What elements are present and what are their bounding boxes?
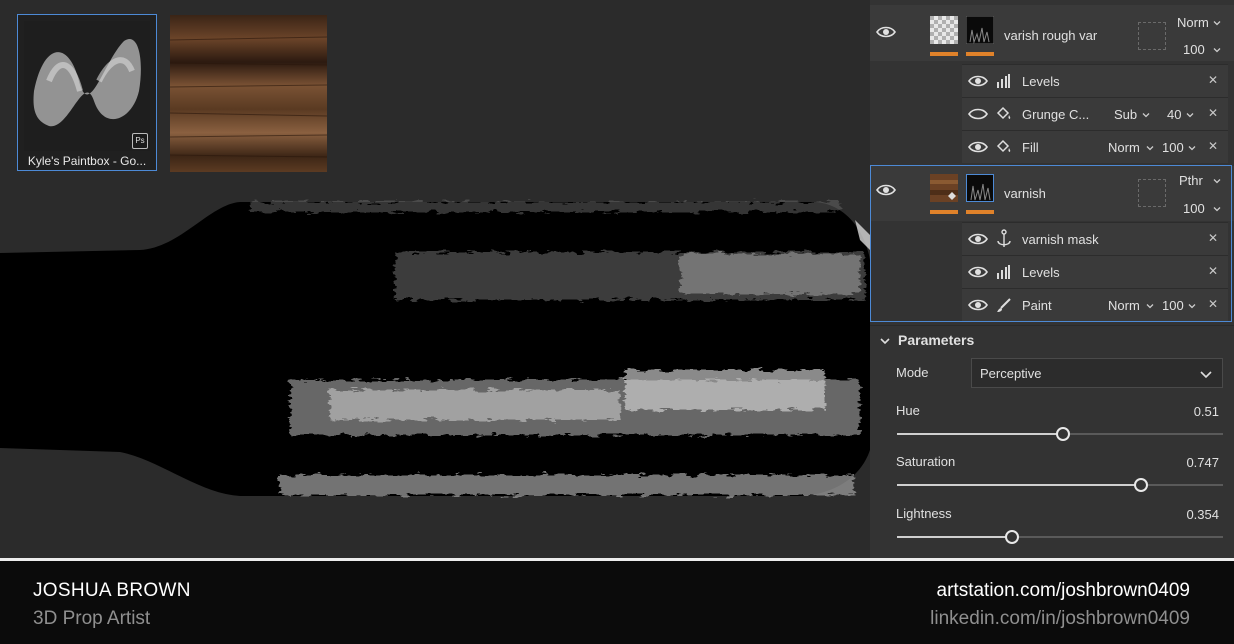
eye-icon[interactable] (968, 232, 988, 246)
close-icon[interactable]: ✕ (1208, 264, 1218, 278)
effect-name: Fill (1022, 140, 1039, 155)
eye-icon[interactable] (968, 298, 988, 312)
layer-thumbnail-wood (930, 174, 958, 202)
linkedin-link[interactable]: linkedin.com/in/joshbrown0409 (930, 608, 1190, 630)
chevron-down-icon (1200, 371, 1212, 379)
blend-mode[interactable]: Sub (1114, 107, 1137, 122)
slider-value-saturation[interactable]: 0.747 (1186, 455, 1219, 470)
chevron-down-icon[interactable] (1188, 302, 1196, 310)
layer-varnish[interactable]: varnish Pthr 100 (870, 166, 1234, 221)
slider-label-saturation: Saturation (896, 454, 956, 469)
effect-name: Paint (1022, 298, 1052, 313)
opacity-value[interactable]: 100 (1162, 298, 1184, 313)
brush-thumbnail-label: Kyle's Paintbox - Go... (27, 154, 147, 168)
close-icon[interactable]: ✕ (1208, 106, 1218, 120)
wood-texture-thumbnail[interactable] (170, 15, 327, 172)
mode-value: Perceptive (980, 366, 1042, 381)
levels-icon (997, 74, 1010, 88)
chevron-down-icon[interactable] (1146, 302, 1154, 310)
layer-varish-rough-var[interactable]: varish rough var Norm 100 (870, 5, 1234, 61)
close-icon[interactable]: ✕ (1208, 73, 1218, 87)
opacity-value[interactable]: 40 (1167, 107, 1181, 122)
layer-name[interactable]: varnish (1004, 186, 1046, 201)
effect-varnish-mask[interactable]: varnish mask ✕ (962, 222, 1228, 255)
opacity-value[interactable]: 100 (1183, 201, 1205, 216)
close-icon[interactable]: ✕ (1208, 231, 1218, 245)
photoshop-badge: Ps (132, 133, 148, 149)
eye-icon[interactable] (968, 140, 988, 154)
mode-select[interactable]: Perceptive (971, 358, 1223, 388)
fill-bucket-icon (996, 139, 1011, 153)
opacity-value[interactable]: 100 (1162, 140, 1184, 155)
layer-name[interactable]: varish rough var (1004, 28, 1097, 43)
wood-texture-preview (170, 15, 327, 172)
uv-mask-canvas[interactable] (0, 190, 870, 510)
blend-mode[interactable]: Norm (1108, 140, 1140, 155)
effect-name: Grunge C... (1022, 107, 1090, 122)
eye-icon[interactable] (876, 183, 896, 197)
mask-color-tag (966, 210, 994, 214)
mask-thumbnail[interactable] (966, 16, 994, 44)
brush-stroke-preview (24, 21, 150, 151)
slider-knob-saturation[interactable] (1133, 478, 1148, 492)
slider-knob-hue[interactable] (1056, 427, 1071, 441)
chevron-down-icon[interactable] (1188, 144, 1196, 152)
effect-name: Levels (1022, 74, 1060, 89)
artstation-link[interactable]: artstation.com/joshbrown0409 (937, 580, 1190, 602)
effect-name: varnish mask (1022, 232, 1099, 247)
effect-name: Levels (1022, 265, 1060, 280)
layer-thumbnail-transparent (930, 16, 958, 44)
layer-color-tag (930, 210, 958, 214)
slider-label-hue: Hue (896, 403, 920, 418)
chevron-down-icon[interactable] (880, 336, 890, 346)
footer-banner: JOSHUA BROWN 3D Prop Artist artstation.c… (0, 558, 1234, 644)
layer-mask-placeholder (1138, 22, 1166, 50)
chevron-down-icon[interactable] (1213, 46, 1221, 54)
eye-icon[interactable] (968, 74, 988, 88)
levels-icon (997, 265, 1010, 279)
blend-mode[interactable]: Norm (1108, 298, 1140, 313)
slider-value-lightness[interactable]: 0.354 (1186, 507, 1219, 522)
slider-fill-saturation (897, 484, 1141, 486)
parameters-panel: Parameters Mode Perceptive Hue 0.51 Satu… (870, 325, 1234, 558)
slider-fill-lightness (897, 536, 1013, 538)
mode-label: Mode (896, 365, 929, 380)
parameters-title[interactable]: Parameters (898, 332, 974, 348)
chevron-down-icon[interactable] (1213, 177, 1221, 185)
chevron-down-icon[interactable] (1186, 111, 1194, 119)
anchor-icon (997, 229, 1011, 247)
eye-icon[interactable] (876, 25, 896, 39)
chevron-down-icon[interactable] (1213, 205, 1221, 213)
close-icon[interactable]: ✕ (1208, 139, 1218, 153)
effect-paint[interactable]: Paint Norm 100 ✕ (962, 288, 1228, 321)
viewport[interactable]: Ps Kyle's Paintbox - Go... (0, 0, 870, 558)
artist-name: JOSHUA BROWN (33, 580, 191, 601)
fill-bucket-icon (996, 106, 1011, 120)
close-icon[interactable]: ✕ (1208, 297, 1218, 311)
mask-color-tag (966, 52, 994, 56)
mask-thumbnail[interactable] (966, 174, 994, 202)
layer-color-tag (930, 52, 958, 56)
blend-mode[interactable]: Pthr (1179, 173, 1203, 188)
brush-thumbnail[interactable]: Ps Kyle's Paintbox - Go... (17, 14, 157, 171)
effect-levels[interactable]: Levels ✕ (962, 64, 1228, 97)
artist-role: 3D Prop Artist (33, 608, 151, 629)
opacity-value[interactable]: 100 (1183, 42, 1205, 57)
slider-value-hue[interactable]: 0.51 (1194, 404, 1219, 419)
slider-fill-hue (897, 433, 1064, 435)
eye-hidden-icon[interactable] (968, 107, 988, 121)
brush-icon (997, 298, 1011, 312)
chevron-down-icon[interactable] (1146, 144, 1154, 152)
eye-icon[interactable] (968, 265, 988, 279)
slider-label-lightness: Lightness (896, 506, 952, 521)
chevron-down-icon[interactable] (1213, 19, 1221, 27)
blend-mode[interactable]: Norm (1177, 15, 1209, 30)
chevron-down-icon[interactable] (1142, 111, 1150, 119)
slider-knob-lightness[interactable] (1005, 530, 1020, 544)
layer-mask-placeholder (1138, 179, 1166, 207)
effect-levels[interactable]: Levels ✕ (962, 255, 1228, 288)
effect-grunge[interactable]: Grunge C... Sub 40 ✕ (962, 97, 1228, 130)
effect-fill[interactable]: Fill Norm 100 ✕ (962, 130, 1228, 163)
